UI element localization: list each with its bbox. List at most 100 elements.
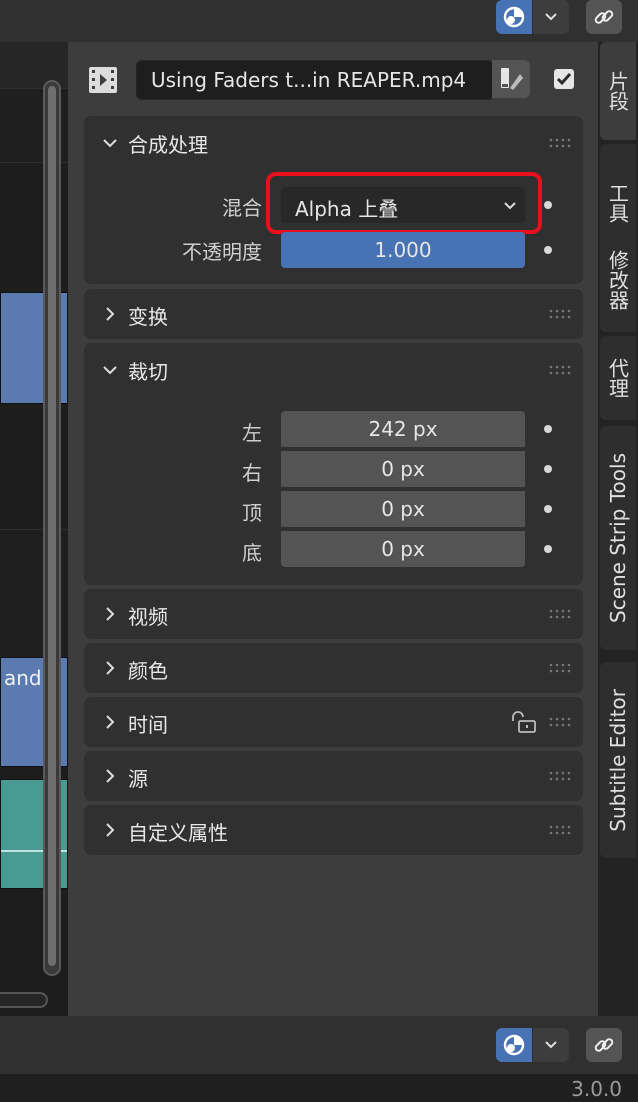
tab-strip[interactable]: 片段 — [600, 42, 636, 140]
chevron-down-icon — [545, 1041, 557, 1049]
keyframe-dot[interactable] — [544, 465, 552, 473]
drag-handle-icon[interactable] — [549, 365, 571, 375]
keyframe-dot[interactable] — [544, 505, 552, 513]
crop-bottom-label: 底 — [242, 541, 262, 565]
status-bar: 3.0.0 — [0, 1074, 638, 1102]
panel-title: 源 — [128, 767, 148, 791]
timeline-row — [0, 42, 68, 88]
link-button[interactable] — [586, 0, 622, 34]
chevron-right-icon — [106, 769, 115, 783]
drag-handle-icon[interactable] — [549, 717, 571, 727]
overlay-dropdown-button[interactable] — [532, 0, 569, 34]
panel-title: 裁切 — [128, 360, 168, 384]
crop-bottom-field[interactable]: 0 px — [281, 531, 525, 567]
tab-proxy[interactable]: 代理 — [600, 336, 636, 420]
tab-label: Scene Strip Tools — [606, 453, 630, 623]
film-strip-icon — [89, 67, 117, 93]
source-panel[interactable]: 源 — [84, 751, 583, 801]
blend-label: 混合 — [222, 196, 262, 220]
keyframe-dot[interactable] — [544, 201, 552, 209]
unlock-icon[interactable] — [510, 710, 538, 734]
strip-properties-panel: Using Faders t...in REAPER.mp4 合成处理 混合 A… — [68, 42, 598, 1016]
strip-enabled-checkbox[interactable] — [554, 69, 574, 89]
tab-label: 片段 — [605, 71, 630, 111]
opacity-value: 1.000 — [374, 238, 432, 262]
tab-label: 代理 — [605, 358, 630, 398]
blend-mode-dropdown[interactable]: Alpha 上叠 — [281, 187, 525, 223]
custom-properties-panel[interactable]: 自定义属性 — [84, 805, 583, 855]
strip-name-text: Using Faders t...in REAPER.mp4 — [151, 68, 467, 92]
crop-top-field[interactable]: 0 px — [281, 491, 525, 527]
drag-handle-icon[interactable] — [549, 663, 571, 673]
crop-left-value: 242 px — [368, 417, 438, 441]
strip-name-row: Using Faders t...in REAPER.mp4 — [68, 42, 598, 112]
overlay-icon — [503, 1034, 525, 1056]
panel-title: 时间 — [128, 713, 168, 737]
overlay-button[interactable] — [496, 0, 532, 34]
chevron-down-icon — [103, 366, 117, 375]
keyframe-dot[interactable] — [544, 545, 552, 553]
drag-handle-icon[interactable] — [549, 138, 571, 148]
version-text: 3.0.0 — [571, 1077, 622, 1101]
video-panel[interactable]: 视频 — [84, 589, 583, 639]
chevron-right-icon — [106, 661, 115, 675]
bottom-header — [0, 1016, 638, 1074]
timeline-vertical-scrollbar[interactable] — [43, 80, 61, 976]
tab-modifiers[interactable]: 修改器 — [600, 228, 636, 332]
overlay-toggle-group[interactable] — [496, 1028, 569, 1062]
color-tag-icon — [501, 68, 523, 90]
blend-mode-value: Alpha 上叠 — [295, 197, 399, 221]
panel-title: 变换 — [128, 305, 168, 329]
chevron-right-icon — [106, 715, 115, 729]
overlay-icon — [503, 6, 525, 28]
strip-name-field[interactable]: Using Faders t...in REAPER.mp4 — [136, 60, 494, 100]
crop-right-field[interactable]: 0 px — [281, 451, 525, 487]
top-header — [0, 0, 638, 42]
crop-right-value: 0 px — [381, 457, 425, 481]
panel-title: 颜色 — [128, 659, 168, 683]
crop-top-label: 顶 — [242, 501, 262, 525]
drag-handle-icon[interactable] — [549, 309, 571, 319]
checkmark-icon — [556, 73, 572, 86]
crop-left-field[interactable]: 242 px — [281, 411, 525, 447]
crop-left-label: 左 — [242, 421, 262, 445]
time-panel[interactable]: 时间 — [84, 697, 583, 747]
sequencer-timeline[interactable]: and I — [0, 42, 68, 1016]
overlay-button[interactable] — [496, 1028, 532, 1062]
overlay-dropdown-button[interactable] — [532, 1028, 569, 1062]
timeline-horizontal-scrollbar[interactable] — [0, 992, 48, 1008]
crop-panel-header[interactable]: 裁切 — [84, 343, 583, 397]
sidebar-tabs: 片段 工具 修改器 代理 Scene Strip Tools Subtitle … — [598, 42, 638, 1016]
keyframe-dot[interactable] — [544, 425, 552, 433]
strip-color-tag-button[interactable] — [492, 60, 530, 98]
opacity-slider[interactable]: 1.000 — [281, 232, 525, 268]
chevron-right-icon — [106, 307, 115, 321]
panel-title: 自定义属性 — [128, 821, 228, 845]
link-icon — [594, 1038, 614, 1052]
drag-handle-icon[interactable] — [549, 825, 571, 835]
tab-label: 修改器 — [605, 250, 630, 310]
chevron-right-icon — [106, 823, 115, 837]
tab-subtitle-editor[interactable]: Subtitle Editor — [600, 662, 636, 858]
chevron-right-icon — [106, 607, 115, 621]
color-panel[interactable]: 颜色 — [84, 643, 583, 693]
chevron-down-icon — [103, 139, 117, 148]
link-icon — [594, 10, 614, 24]
crop-right-label: 右 — [242, 461, 262, 485]
scrollbar-thumb[interactable] — [48, 86, 56, 966]
panel-title: 合成处理 — [128, 133, 208, 157]
tab-label: 工具 — [605, 183, 630, 223]
tab-scene-strip-tools[interactable]: Scene Strip Tools — [600, 426, 636, 650]
panel-title: 视频 — [128, 605, 168, 629]
overlay-toggle-group[interactable] — [496, 0, 569, 34]
drag-handle-icon[interactable] — [549, 771, 571, 781]
crop-panel: 裁切 左 242 px 右 0 px 顶 0 px 底 0 px — [84, 343, 583, 585]
compositing-panel-header[interactable]: 合成处理 — [84, 116, 583, 170]
drag-handle-icon[interactable] — [549, 609, 571, 619]
tab-label: Subtitle Editor — [606, 688, 630, 832]
compositing-panel: 合成处理 混合 Alpha 上叠 不透明度 1.000 — [84, 116, 583, 284]
transform-panel[interactable]: 变换 — [84, 289, 583, 339]
crop-top-value: 0 px — [381, 497, 425, 521]
keyframe-dot[interactable] — [544, 246, 552, 254]
link-button[interactable] — [586, 1028, 622, 1062]
